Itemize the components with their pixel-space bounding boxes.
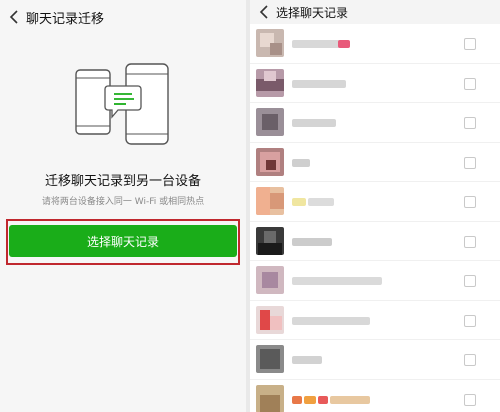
header-bar: 聊天记录迁移 xyxy=(0,0,246,34)
chevron-left-icon xyxy=(259,5,268,19)
redacted-name xyxy=(292,158,310,167)
list-item[interactable] xyxy=(250,24,500,64)
select-checkbox[interactable] xyxy=(464,77,476,90)
page-title: 选择聊天记录 xyxy=(276,5,349,20)
select-checkbox[interactable] xyxy=(464,38,476,50)
chat-select-panel: 选择聊天记录 xyxy=(250,0,500,412)
select-checkbox[interactable] xyxy=(464,117,476,129)
avatar xyxy=(256,226,284,255)
redacted-name xyxy=(308,198,334,206)
list-item[interactable] xyxy=(250,64,500,103)
list-item[interactable] xyxy=(250,380,500,412)
avatar xyxy=(256,266,284,294)
migration-hint: 请将两台设备接入同一 Wi-Fi 或相同热点 xyxy=(41,197,205,207)
select-checkbox[interactable] xyxy=(464,393,476,406)
list-item[interactable] xyxy=(250,222,500,261)
page-title: 聊天记录迁移 xyxy=(26,11,105,27)
select-checkbox[interactable] xyxy=(464,196,476,208)
migration-heading: 迁移聊天记录到另一台设备 xyxy=(44,174,201,189)
back-button[interactable] xyxy=(4,7,24,27)
redacted-name xyxy=(292,198,306,206)
redacted-name xyxy=(292,237,332,246)
redacted-name xyxy=(338,40,350,48)
avatar xyxy=(256,305,284,334)
list-item[interactable] xyxy=(250,261,500,301)
redacted-name xyxy=(318,395,328,404)
chevron-left-icon xyxy=(9,10,18,24)
avatar xyxy=(256,384,284,412)
list-item[interactable] xyxy=(250,103,500,143)
redacted-name xyxy=(292,277,382,285)
avatar xyxy=(256,108,284,136)
list-item[interactable] xyxy=(250,143,500,182)
chat-list xyxy=(250,24,500,412)
list-item[interactable] xyxy=(250,340,500,380)
select-checkbox[interactable] xyxy=(464,235,476,248)
redacted-name xyxy=(304,395,316,404)
redacted-name xyxy=(330,395,370,404)
redacted-name xyxy=(292,79,346,88)
redacted-name xyxy=(292,395,302,404)
header-bar: 选择聊天记录 xyxy=(250,0,500,24)
avatar xyxy=(256,147,284,176)
redacted-name xyxy=(292,40,340,48)
select-chat-history-button[interactable]: 选择聊天记录 xyxy=(9,225,237,257)
list-item[interactable] xyxy=(250,182,500,222)
redacted-name xyxy=(292,119,336,127)
redacted-name xyxy=(292,356,322,364)
list-item[interactable] xyxy=(250,301,500,340)
select-checkbox[interactable] xyxy=(464,275,476,287)
select-checkbox[interactable] xyxy=(464,354,476,366)
select-checkbox[interactable] xyxy=(464,314,476,327)
migration-panel: 聊天记录迁移 迁移聊天记录到另一台设备 请将两台设备接入同一 Wi-Fi 或相同… xyxy=(0,0,246,412)
phone-transfer-illustration xyxy=(75,63,169,145)
avatar xyxy=(256,345,284,373)
back-button[interactable] xyxy=(254,2,274,22)
avatar xyxy=(256,187,284,215)
avatar xyxy=(256,29,284,57)
avatar xyxy=(256,68,284,97)
redacted-name xyxy=(292,316,370,325)
select-checkbox[interactable] xyxy=(464,156,476,169)
